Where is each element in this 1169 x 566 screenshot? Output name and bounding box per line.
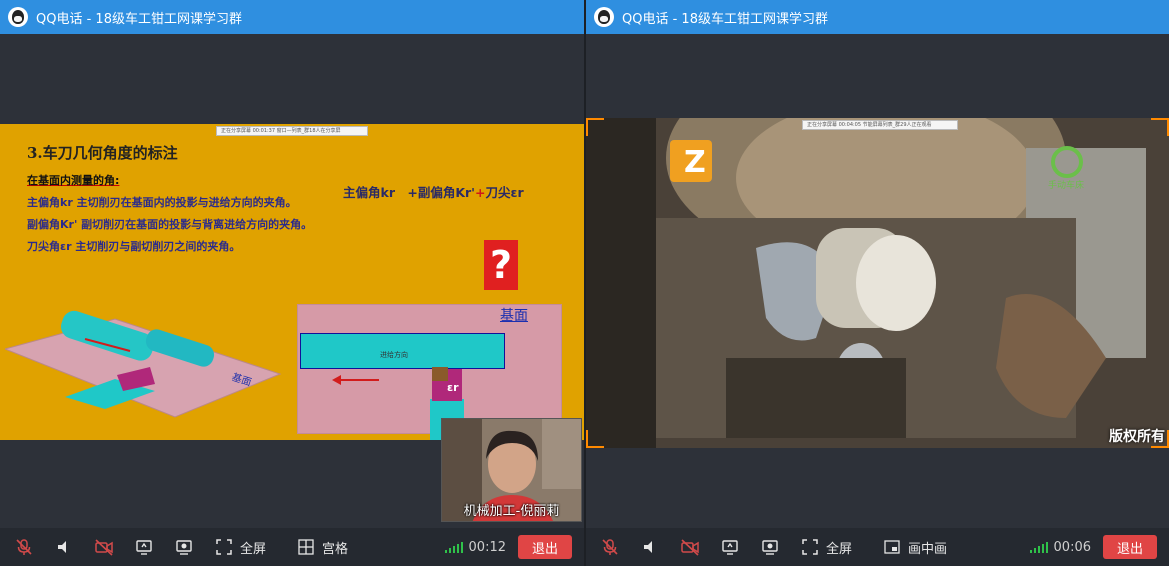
formula-tip-angle: 刀尖εr [485,185,524,200]
fullscreen-icon [214,537,234,557]
frame-corner [1151,430,1169,448]
mic-muted-icon[interactable] [14,537,34,557]
shared-screen-area: Z 正在分享屏幕 00:04:05 节能屏幕列表_群29人正在观看 手动车床 版… [586,34,1169,528]
screen-record-icon[interactable] [174,537,194,557]
speaker-icon[interactable] [54,537,74,557]
call-timer: 00:12 [468,539,506,555]
mic-muted-icon[interactable] [600,537,620,557]
share-status-bar: 正在分享屏幕 00:01:37 窗口—列表_群18人在分享屏 [216,126,368,136]
call-toolbar: 全屏 宫格 00:12 退出 [0,528,584,566]
tool-tip-face [432,367,448,381]
window-title: QQ电话 - 18级车工钳工网课学习群 [36,11,242,27]
call-timer: 00:06 [1053,539,1091,555]
channel-logo: 手动车床 [1048,181,1085,191]
frame-corner [586,118,604,136]
slide-line-1: 主偏角kr 主切削刃在基面内的投影与进给方向的夹角。 [27,196,297,209]
slide-formula: 主偏角kr +副偏角Kr'+刀尖εr [343,182,524,201]
shared-screen-area: 正在分享屏幕 00:01:37 窗口—列表_群18人在分享屏 3.车刀几何角度的… [0,34,584,528]
shared-video: Z 正在分享屏幕 00:04:05 节能屏幕列表_群29人正在观看 手动车床 版… [586,118,1169,448]
title-bar[interactable]: QQ电话 - 18级车工钳工网课学习群 [0,0,584,34]
fullscreen-icon [800,537,820,557]
lathe-diagram-left [5,310,282,418]
lathe-video-frame: Z [586,118,1169,448]
grid-label: 宫格 [322,541,349,557]
shared-slide: 正在分享屏幕 00:01:37 窗口—列表_群18人在分享屏 3.车刀几何角度的… [0,124,584,440]
frame-corner [1151,118,1169,136]
svg-text:Z: Z [684,145,706,180]
feed-arrow-icon [332,375,379,385]
formula-main-angle: 主偏角kr [343,185,395,200]
base-plane-label: 基面 [500,308,528,324]
qq-logo-icon [594,7,614,27]
pip-label: 画中画 [908,541,948,557]
frame-corner [586,430,604,448]
slide-subtitle: 在基面内测量的角: [27,174,120,187]
fullscreen-label: 全屏 [240,541,267,557]
formula-plus: + [475,185,486,200]
participant-video[interactable]: 机械加工-倪丽莉 [441,418,582,522]
screen-share-icon[interactable] [720,537,740,557]
feed-direction-label: 进给方向 [380,351,408,359]
screen-share-icon[interactable] [134,537,154,557]
exit-button[interactable]: 退出 [518,535,572,559]
title-bar[interactable]: QQ电话 - 18级车工钳工网课学习群 [586,0,1169,34]
signal-strength-icon [1029,541,1048,553]
window-title: QQ电话 - 18级车工钳工网课学习群 [622,11,828,27]
camera-off-icon[interactable] [94,537,114,557]
fullscreen-button[interactable]: 全屏 [214,537,266,557]
question-mark-icon: ? [484,240,518,290]
exit-button[interactable]: 退出 [1103,535,1157,559]
qq-logo-icon [8,7,28,27]
camera-off-icon[interactable] [680,537,700,557]
call-toolbar: 全屏 画中画 00:06 退出 [586,528,1169,566]
picture-in-picture-icon [882,537,902,557]
tip-angle-label: εr [447,381,459,394]
slide-line-2: 副偏角Kr' 副切削刃在基面的投影与背离进给方向的夹角。 [27,218,313,231]
fullscreen-label: 全屏 [826,541,853,557]
fullscreen-button[interactable]: 全屏 [800,537,852,557]
screen-record-icon[interactable] [760,537,780,557]
slide-line-3: 刀尖角εr 主切削刃与副切削刃之间的夹角。 [27,240,241,253]
pip-view-button[interactable]: 画中画 [882,537,947,557]
grid-icon [296,537,316,557]
share-status-bar: 正在分享屏幕 00:04:05 节能屏幕列表_群29人正在观看 [802,120,958,130]
slide-title: 3.车刀几何角度的标注 [27,144,178,162]
call-window-right: QQ电话 - 18级车工钳工网课学习群 Z 正在分享屏幕 00:04:05 节能… [586,0,1169,566]
call-window-left: QQ电话 - 18级车工钳工网课学习群 正在分享屏幕 00:01:37 窗口—列… [0,0,584,566]
speaker-icon[interactable] [640,537,660,557]
formula-minor-angle: +副偏角Kr' [407,185,475,200]
signal-strength-icon [444,541,463,553]
participant-name: 机械加工-倪丽莉 [463,504,560,519]
grid-view-button[interactable]: 宫格 [296,537,348,557]
